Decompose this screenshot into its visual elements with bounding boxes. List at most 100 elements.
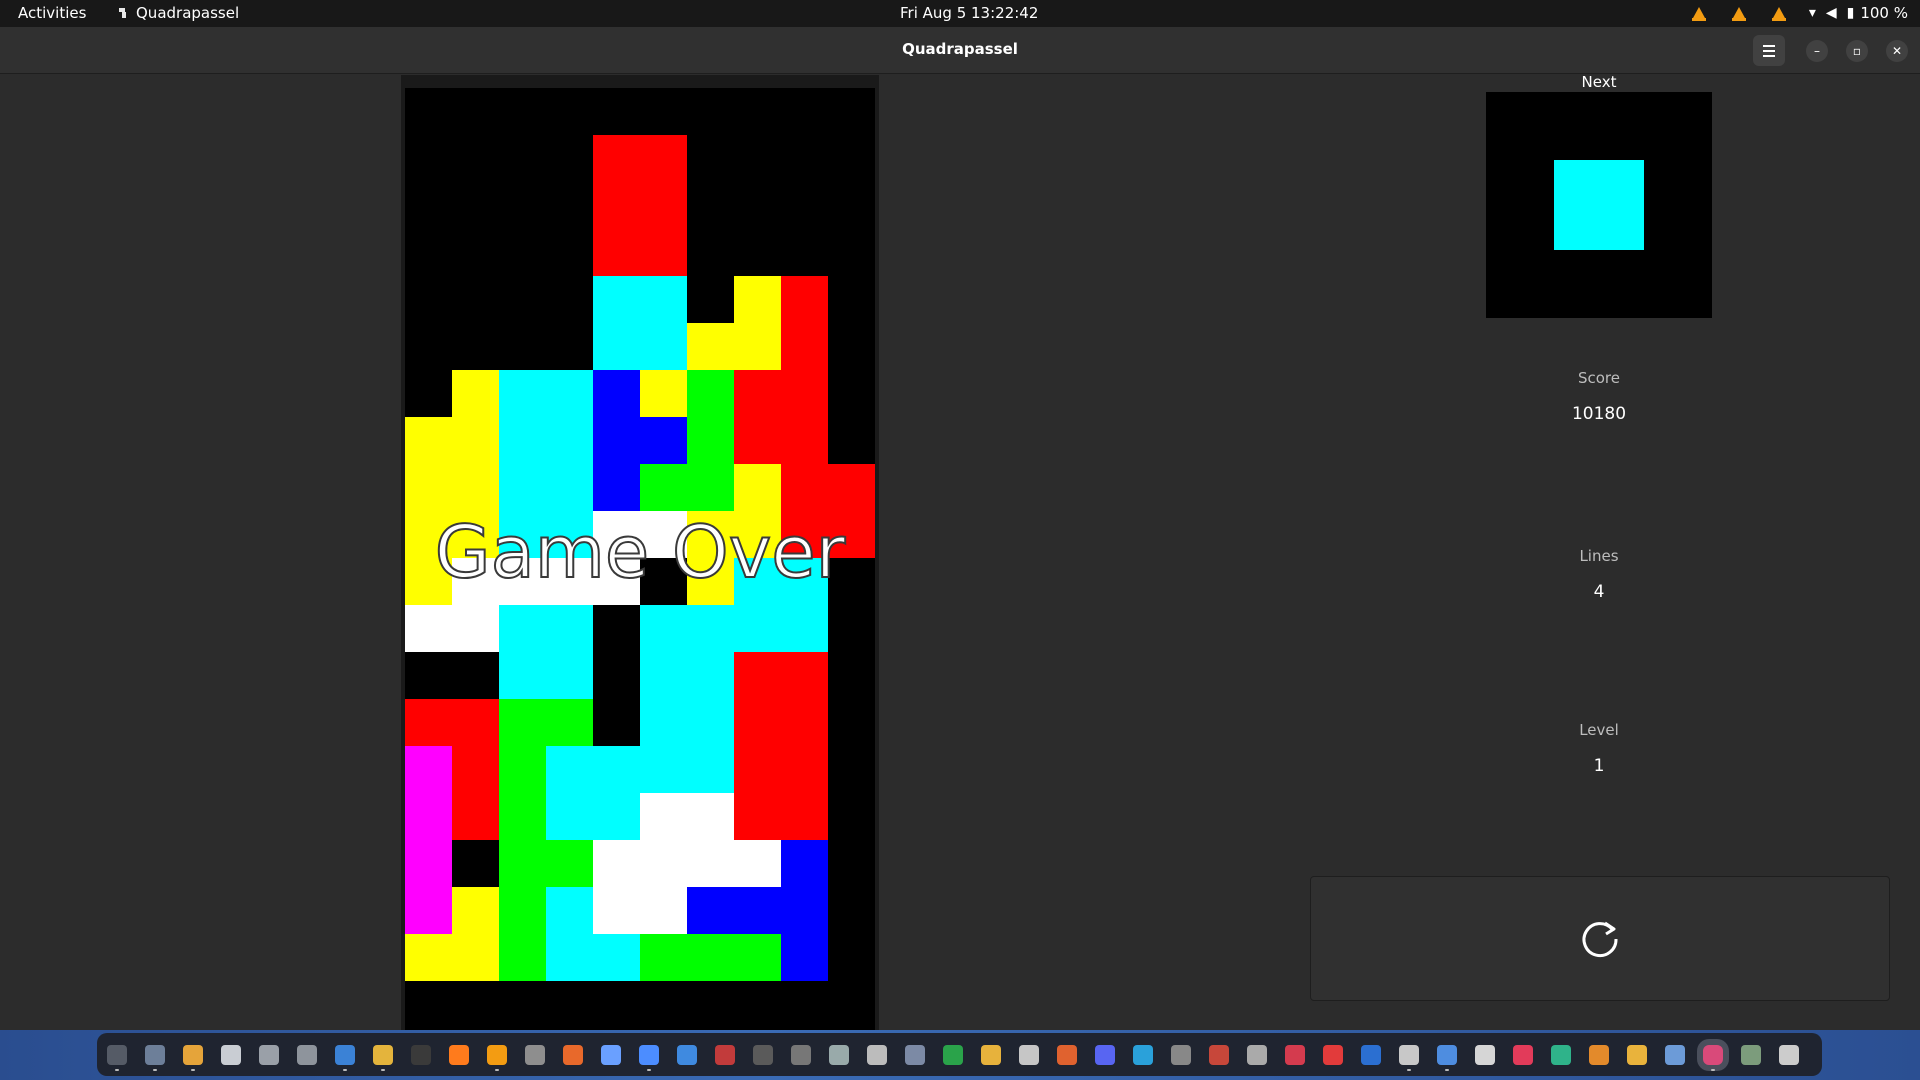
minimize-button[interactable]: –: [1806, 40, 1828, 62]
board-cell: [781, 934, 828, 981]
dock-percent-icon[interactable]: [1247, 1044, 1267, 1065]
dock-system-monitor-icon[interactable]: [107, 1044, 127, 1071]
dock-person-icon[interactable]: [1589, 1044, 1609, 1065]
dock-calc-icon[interactable]: [943, 1044, 963, 1065]
dock-chrome-icon[interactable]: [183, 1044, 203, 1071]
level-value: 1: [1593, 756, 1605, 776]
maximize-button[interactable]: ▫: [1846, 40, 1868, 62]
dock-screenshot-icon[interactable]: [297, 1044, 317, 1065]
dock-steam-icon[interactable]: [1399, 1044, 1419, 1071]
vlc-tray-icon[interactable]: [1731, 6, 1746, 21]
app-menu[interactable]: Quadrapassel: [118, 0, 239, 27]
dock-archive-icon[interactable]: [259, 1044, 279, 1065]
vlc-tray-icon[interactable]: [1771, 6, 1786, 21]
battery-percentage[interactable]: 100 %: [1860, 0, 1908, 27]
dock-gift-icon[interactable]: [1323, 1044, 1343, 1065]
dock-vlc-icon[interactable]: [487, 1044, 507, 1071]
board-cell: [452, 746, 499, 793]
dock-notes-icon[interactable]: [373, 1044, 393, 1071]
board-cell: [405, 934, 452, 981]
lines-label: Lines: [1579, 547, 1619, 565]
lines-value: 4: [1593, 582, 1605, 602]
dock-terminal-icon[interactable]: [411, 1044, 431, 1065]
dock-editor-icon[interactable]: [601, 1044, 621, 1065]
dock-screen-rec-icon[interactable]: [905, 1044, 925, 1065]
dock-help-icon[interactable]: [677, 1044, 697, 1065]
game-over-text: Game Over: [434, 509, 846, 595]
dock-software-icon[interactable]: [563, 1044, 583, 1065]
board-cell: [781, 840, 828, 887]
board-cell: [828, 464, 875, 511]
dock-trash-icon[interactable]: [1741, 1044, 1761, 1065]
board-cell: [546, 370, 593, 417]
dock-telegram-icon[interactable]: [1133, 1044, 1153, 1065]
dock-docs-icon[interactable]: [639, 1044, 659, 1071]
level-label: Level: [1579, 721, 1619, 739]
board-cell: [499, 887, 546, 934]
new-game-button[interactable]: [1310, 876, 1890, 1001]
board-cell: [405, 605, 452, 652]
board-cell: [452, 605, 499, 652]
board-cell: [781, 793, 828, 840]
board-cell: [593, 370, 640, 417]
wifi-icon[interactable]: ▾: [1809, 0, 1816, 27]
board-cell: [781, 746, 828, 793]
dock-text-editor-icon[interactable]: [221, 1044, 241, 1065]
board-cell: [593, 934, 640, 981]
dock-up-arrow-icon[interactable]: [829, 1044, 849, 1065]
dock-calendar-icon[interactable]: [1551, 1044, 1571, 1065]
app-icon: [118, 7, 130, 19]
dock-pdf-icon[interactable]: [1209, 1044, 1229, 1065]
board-cell: [687, 464, 734, 511]
board-cell: [452, 464, 499, 511]
dock-files-icon[interactable]: [145, 1044, 165, 1071]
dock-slides-icon[interactable]: [981, 1044, 1001, 1065]
dock-disk-icon[interactable]: [1475, 1044, 1495, 1065]
board-cell: [781, 370, 828, 417]
dock-impress-icon[interactable]: [1057, 1044, 1077, 1065]
battery-icon[interactable]: ▮: [1847, 0, 1855, 27]
board-cell: [499, 934, 546, 981]
close-button[interactable]: ✕: [1886, 40, 1908, 62]
dock-chat-icon[interactable]: [1627, 1044, 1647, 1065]
dock-obs-icon[interactable]: [525, 1044, 545, 1065]
board-cell: [781, 652, 828, 699]
board-cell: [593, 464, 640, 511]
clock[interactable]: Fri Aug 5 13:22:42: [900, 0, 1038, 27]
dock: [97, 1033, 1822, 1076]
dock-writer-icon[interactable]: [335, 1044, 355, 1071]
dock-quadrapassel-icon[interactable]: [1703, 1044, 1723, 1071]
dock-heart-icon[interactable]: [1513, 1044, 1533, 1065]
board-cell: [687, 370, 734, 417]
board-cell: [781, 887, 828, 934]
dock-connect-icon[interactable]: [1665, 1044, 1685, 1065]
dock-firefox-icon[interactable]: [449, 1044, 469, 1065]
board-cell: [593, 840, 640, 887]
hamburger-icon: [1763, 54, 1775, 57]
dock-clock-icon[interactable]: [1171, 1044, 1191, 1065]
dock-music-icon[interactable]: [1019, 1044, 1039, 1065]
board-cell: [452, 887, 499, 934]
volume-icon[interactable]: ◀: [1826, 0, 1837, 27]
dock-screen-icon[interactable]: [1285, 1044, 1305, 1065]
dock-app-grid-icon[interactable]: [1779, 1044, 1799, 1065]
dock-camera-icon[interactable]: [753, 1044, 773, 1065]
system-tray[interactable]: ▾ ◀ ▮ 100 %: [1679, 0, 1908, 27]
game-content: Game Over Next Score 10180 Lines 4 Level…: [0, 73, 1920, 1030]
board-cell: [734, 887, 781, 934]
dock-doc2-icon[interactable]: [1437, 1044, 1457, 1071]
board-cell: [640, 746, 687, 793]
dock-box-icon[interactable]: [867, 1044, 887, 1065]
board-cell: [405, 699, 452, 746]
dock-discord-icon[interactable]: [1095, 1044, 1115, 1065]
activities-button[interactable]: Activities: [18, 0, 86, 27]
dock-monitor-icon[interactable]: [715, 1044, 735, 1065]
dock-tweaks-icon[interactable]: [791, 1044, 811, 1065]
board-cell: [546, 934, 593, 981]
main-menu-button[interactable]: [1753, 35, 1785, 66]
dock-word-icon[interactable]: [1361, 1044, 1381, 1065]
board-cell: [593, 793, 640, 840]
board-cell: [640, 934, 687, 981]
board-cell: [499, 605, 546, 652]
vlc-tray-icon[interactable]: [1691, 6, 1706, 21]
